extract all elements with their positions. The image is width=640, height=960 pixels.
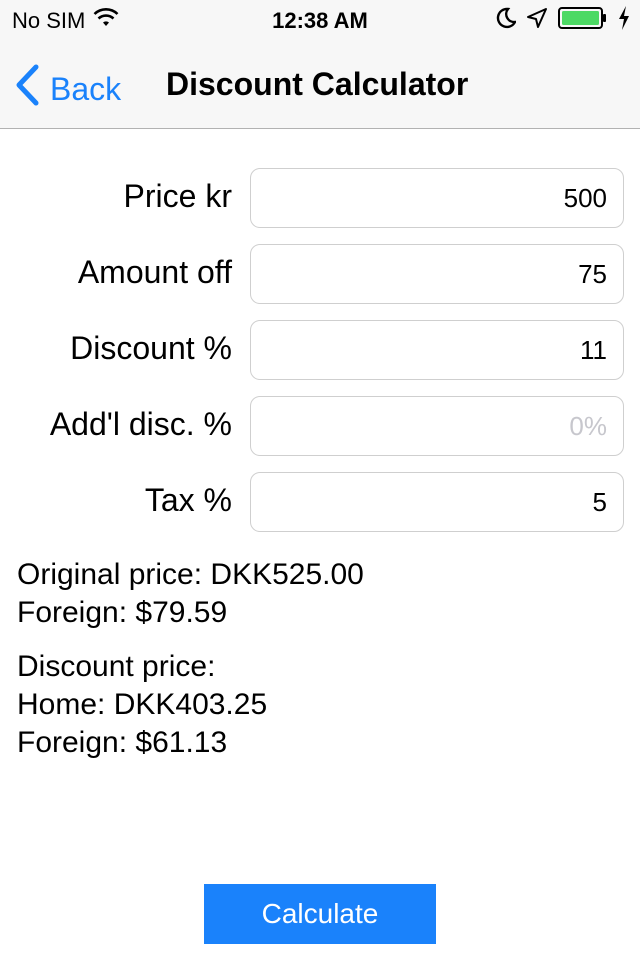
additional-discount-row: Add'l disc. % [0, 396, 640, 456]
discount-foreign-text: Foreign: $61.13 [17, 726, 228, 759]
price-label: Price kr [123, 178, 232, 214]
status-right [496, 6, 630, 35]
back-label: Back [50, 70, 122, 107]
amount-off-row: Amount off [0, 244, 640, 304]
back-button[interactable]: Back [14, 64, 121, 114]
calculate-button[interactable]: Calculate [204, 884, 436, 944]
charging-bolt-icon [618, 6, 630, 35]
discount-percent-row: Discount % [0, 320, 640, 380]
discount-percent-label: Discount % [70, 330, 232, 366]
discount-percent-input[interactable] [250, 320, 624, 380]
discount-price-result: Discount price: Home: DKK403.25 Foreign:… [17, 648, 267, 762]
page-title: Discount Calculator [166, 66, 469, 102]
price-row: Price kr [0, 168, 640, 228]
additional-discount-input[interactable] [250, 396, 624, 456]
discount-home-text: Home: DKK403.25 [17, 688, 268, 721]
battery-icon [558, 7, 608, 34]
additional-discount-label: Add'l disc. % [49, 406, 232, 442]
original-foreign-text: Foreign: $79.59 [17, 596, 228, 629]
amount-off-input[interactable] [250, 244, 624, 304]
moon-icon [496, 7, 518, 34]
amount-off-label: Amount off [77, 254, 232, 290]
tax-label: Tax % [144, 482, 232, 518]
original-price-text: Original price: DKK525.00 [17, 558, 364, 591]
discount-heading-text: Discount price: [17, 650, 216, 683]
tax-row: Tax % [0, 472, 640, 532]
status-bar: No SIM 12:38 AM [0, 0, 640, 40]
price-input[interactable] [250, 168, 624, 228]
navigation-bar: Back Discount Calculator [0, 40, 640, 129]
chevron-left-icon [14, 64, 40, 114]
location-arrow-icon [526, 7, 548, 34]
original-price-result: Original price: DKK525.00 Foreign: $79.5… [17, 556, 364, 632]
tax-input[interactable] [250, 472, 624, 532]
